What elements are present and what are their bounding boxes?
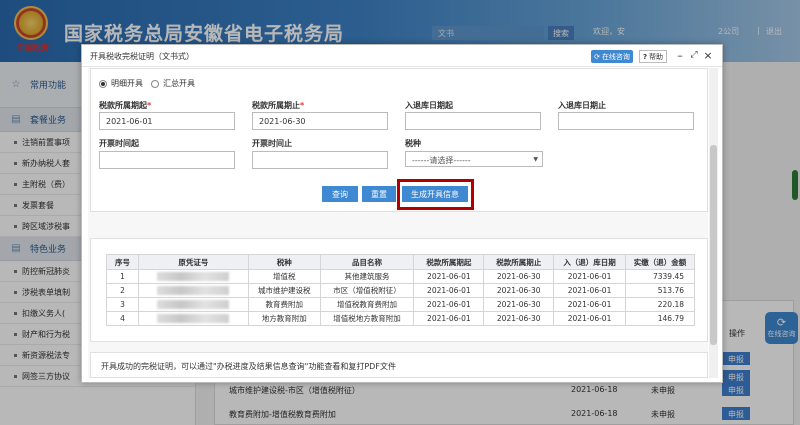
tax-period-end-text: 税款所属期止 [252, 101, 300, 110]
tax-type-select[interactable]: ------请选择------ ▼ [405, 151, 543, 167]
redacted-voucher [157, 272, 230, 282]
storage-start-input[interactable] [405, 112, 541, 130]
storage-end-input[interactable] [558, 112, 694, 130]
reset-button[interactable]: 重置 [362, 186, 396, 202]
table-header-row: 序号 原凭证号 税种 品目名称 税款所属期起 税款所属期止 入（退）库日期 实缴… [106, 254, 695, 270]
tax-type-label: 税种 [405, 139, 421, 148]
radio-summary-label: 汇总开具 [163, 79, 195, 88]
tax-period-end-input[interactable]: 2021-06-30 [252, 112, 388, 130]
maximize-icon[interactable]: ⤢ [688, 50, 700, 62]
tax-certificate-dialog: 开具税收完税证明（文书式） ⟳ 在线咨询 ? 帮助 – ⤢ × 明细开具 汇总开… [81, 44, 723, 383]
required-mark: * [300, 101, 305, 110]
col-header: 原凭证号 [137, 254, 249, 270]
redacted-voucher [157, 300, 230, 310]
cell-tax: 地方教育附加 [247, 311, 321, 326]
storage-end-label: 入退库日期止 [558, 101, 606, 110]
cell-start: 2021-06-01 [413, 283, 485, 298]
info-note: 开具成功的完税证明，可以通过"办税进度及结果信息查询"功能查看和复打PDF文件 [90, 352, 708, 378]
cell-date: 2021-06-01 [553, 297, 626, 312]
table-row[interactable]: 1 增值税 其他建筑服务 2021-06-01 2021-06-30 2021-… [106, 269, 695, 284]
cell-date: 2021-06-01 [553, 283, 626, 298]
cell-date: 2021-06-01 [553, 269, 626, 284]
cell-voucher [137, 297, 249, 312]
cell-start: 2021-06-01 [413, 297, 485, 312]
cell-voucher [137, 269, 249, 284]
help-label: 帮助 [649, 52, 664, 61]
cell-amount: 220.18 [625, 297, 695, 312]
refresh-icon: ⟳ [594, 52, 600, 61]
radio-detail[interactable]: 明细开具 [99, 78, 143, 89]
col-header: 实缴（退）金额 [625, 254, 695, 270]
cell-voucher [137, 311, 249, 326]
tax-period-start-text: 税款所属期起 [99, 101, 147, 110]
table-row[interactable]: 3 教育费附加 增值税教育费附加 2021-06-01 2021-06-30 2… [106, 297, 695, 312]
invoice-start-input[interactable] [99, 151, 235, 169]
chevron-down-icon: ▼ [533, 156, 538, 163]
radio-checked-icon [99, 79, 107, 88]
col-header: 税款所属期起 [413, 254, 485, 270]
online-consult-label: 在线咨询 [601, 52, 630, 61]
cell-no: 4 [106, 311, 139, 326]
cell-start: 2021-06-01 [413, 269, 485, 284]
result-table-panel: 序号 原凭证号 税种 品目名称 税款所属期起 税款所属期止 入（退）库日期 实缴… [90, 238, 708, 342]
tax-period-end-label: 税款所属期止* [252, 100, 304, 111]
col-header: 入（退）库日期 [553, 254, 626, 270]
radio-detail-label: 明细开具 [111, 79, 143, 88]
question-icon: ? [642, 52, 648, 61]
invoice-end-input[interactable] [252, 151, 388, 169]
highlight-box [397, 179, 474, 210]
cell-end: 2021-06-30 [483, 283, 555, 298]
col-header: 序号 [106, 254, 139, 270]
redacted-voucher [157, 286, 230, 296]
tax-type-placeholder: ------请选择------ [412, 156, 471, 165]
tax-period-start-input[interactable]: 2021-06-01 [99, 112, 235, 130]
help-button[interactable]: ? 帮助 [639, 50, 667, 63]
table-row[interactable]: 4 地方教育附加 增值税地方教育附加 2021-06-01 2021-06-30… [106, 311, 695, 326]
cell-end: 2021-06-30 [483, 269, 555, 284]
online-consult-button[interactable]: ⟳ 在线咨询 [591, 50, 633, 63]
cell-tax: 教育费附加 [247, 297, 321, 312]
col-header: 税款所属期止 [483, 254, 555, 270]
cell-no: 2 [106, 283, 139, 298]
cell-voucher [137, 283, 249, 298]
cell-end: 2021-06-30 [483, 311, 555, 326]
col-header: 税种 [247, 254, 321, 270]
col-header: 品目名称 [319, 254, 415, 270]
cell-item: 增值税地方教育附加 [319, 311, 415, 326]
cell-end: 2021-06-30 [483, 297, 555, 312]
cell-date: 2021-06-01 [553, 311, 626, 326]
close-icon[interactable]: × [702, 50, 714, 62]
cell-tax: 增值税 [247, 269, 321, 284]
result-table: 序号 原凭证号 税种 品目名称 税款所属期起 税款所属期止 入（退）库日期 实缴… [106, 254, 695, 326]
tax-period-start-label: 税款所属期起* [99, 100, 151, 111]
cell-no: 1 [106, 269, 139, 284]
invoice-start-label: 开票时间起 [99, 139, 139, 148]
invoice-end-label: 开票时间止 [252, 139, 292, 148]
cell-amount: 7339.45 [625, 269, 695, 284]
query-button[interactable]: 查询 [322, 186, 358, 202]
dialog-scrollbar-thumb[interactable] [710, 145, 717, 345]
redacted-voucher [157, 314, 230, 324]
cell-start: 2021-06-01 [413, 311, 485, 326]
dialog-title-bar: 开具税收完税证明（文书式） ⟳ 在线咨询 ? 帮助 – ⤢ × [82, 45, 722, 67]
dialog-title: 开具税收完税证明（文书式） [90, 52, 194, 61]
cell-tax: 城市维护建设税 [247, 283, 321, 298]
dialog-body: 明细开具 汇总开具 税款所属期起* 2021-06-01 税款所属期止* 202… [88, 68, 708, 378]
required-mark: * [147, 101, 152, 110]
storage-start-label: 入退库日期起 [405, 101, 453, 110]
table-row[interactable]: 2 城市维护建设税 市区（增值税附征） 2021-06-01 2021-06-3… [106, 283, 695, 298]
cell-item: 市区（增值税附征） [319, 283, 415, 298]
cell-amount: 146.79 [625, 311, 695, 326]
radio-summary[interactable]: 汇总开具 [151, 78, 195, 89]
cell-amount: 513.76 [625, 283, 695, 298]
minimize-icon[interactable]: – [674, 50, 686, 62]
cell-no: 3 [106, 297, 139, 312]
cell-item: 其他建筑服务 [319, 269, 415, 284]
radio-unchecked-icon [151, 79, 159, 88]
cell-item: 增值税教育费附加 [319, 297, 415, 312]
